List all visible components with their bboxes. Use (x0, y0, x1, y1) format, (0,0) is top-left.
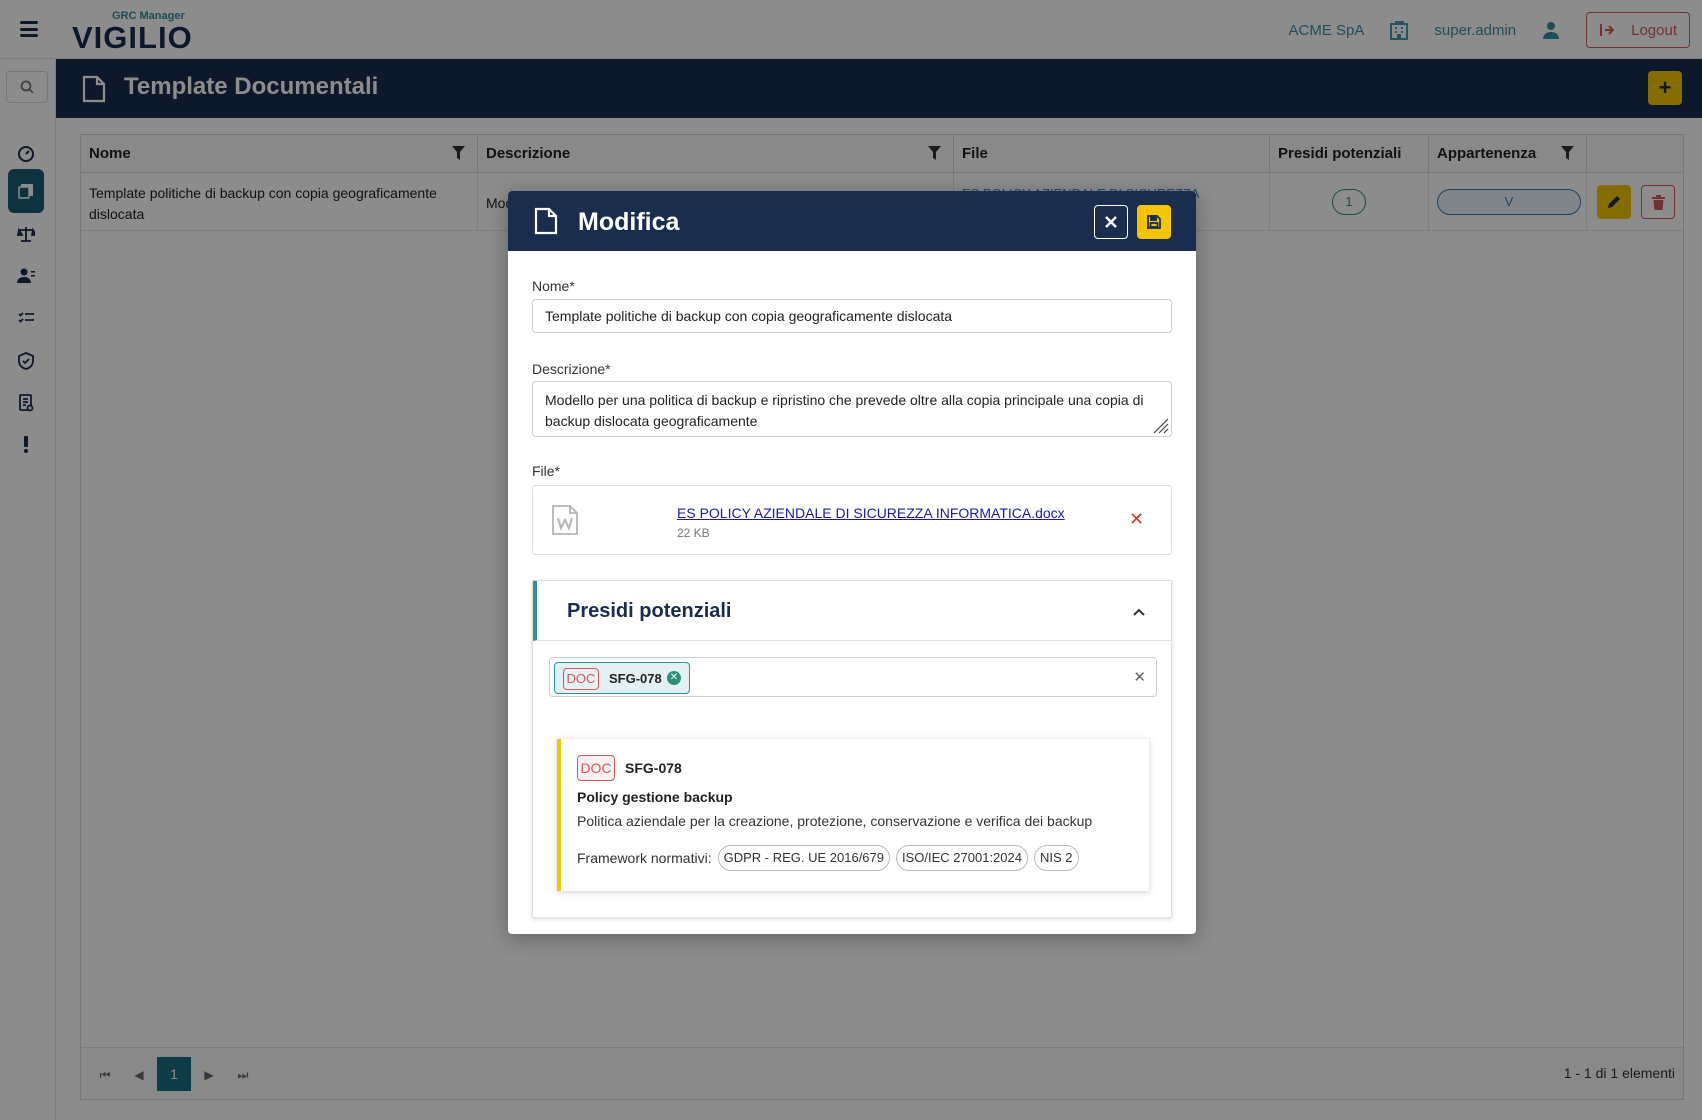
descrizione-value: Modello per una politica di backup e rip… (545, 392, 1144, 429)
framework-tag: NIS 2 (1033, 845, 1079, 871)
file-link[interactable]: ES POLICY AZIENDALE DI SICUREZZA INFORMA… (677, 505, 1065, 521)
modal-header: Modifica (508, 191, 1196, 251)
presidio-title: Policy gestione backup (577, 789, 733, 805)
file-attachment: ES POLICY AZIENDALE DI SICUREZZA INFORMA… (532, 485, 1172, 555)
framework-tag: GDPR - REG. UE 2016/679 (717, 845, 890, 871)
close-button[interactable] (1094, 205, 1128, 239)
remove-file-icon[interactable]: ✕ (1129, 509, 1144, 530)
doc-badge: DOC (577, 755, 615, 781)
descrizione-label: Descrizione* (532, 361, 611, 377)
chevron-up-icon[interactable] (1133, 603, 1145, 621)
file-label: File* (532, 463, 561, 479)
edit-modal: Modifica Nome* Template politiche di bac… (508, 191, 1196, 934)
nome-label: Nome* (532, 278, 575, 294)
clear-selection-icon[interactable]: ✕ (1133, 668, 1146, 686)
modal-title: Modifica (578, 208, 680, 236)
presidi-accordion: Presidi potenziali DOC SFG-078 ✕ ✕ DOC S… (532, 580, 1172, 918)
presidio-card: DOC SFG-078 Policy gestione backup Polit… (557, 739, 1149, 891)
document-icon (534, 207, 558, 240)
framework-tag: ISO/IEC 27001:2024 (896, 845, 1028, 871)
remove-chip-icon[interactable]: ✕ (667, 671, 681, 685)
word-file-icon (551, 504, 579, 541)
nome-field[interactable]: Template politiche di backup con copia g… (532, 299, 1172, 333)
save-button[interactable] (1137, 205, 1171, 239)
save-icon (1147, 215, 1161, 229)
resize-handle-icon[interactable] (1151, 416, 1169, 434)
framework-label: Framework normativi: (577, 850, 712, 866)
descrizione-field[interactable]: Modello per una politica di backup e rip… (532, 381, 1172, 437)
presidio-description: Politica aziendale per la creazione, pro… (577, 813, 1093, 829)
presidio-code: SFG-078 (625, 760, 682, 776)
file-size: 22 KB (677, 526, 710, 540)
presidio-chip[interactable]: DOC SFG-078 ✕ (554, 662, 690, 694)
presidi-multiselect[interactable]: DOC SFG-078 ✕ ✕ (549, 657, 1157, 697)
presidi-title: Presidi potenziali (567, 600, 732, 622)
doc-badge: DOC (563, 668, 599, 690)
close-icon (1105, 216, 1117, 228)
framework-list: Framework normativi: GDPR - REG. UE 2016… (577, 845, 1079, 871)
presidi-accordion-header[interactable]: Presidi potenziali (533, 581, 1171, 641)
chip-label: SFG-078 (609, 671, 662, 686)
